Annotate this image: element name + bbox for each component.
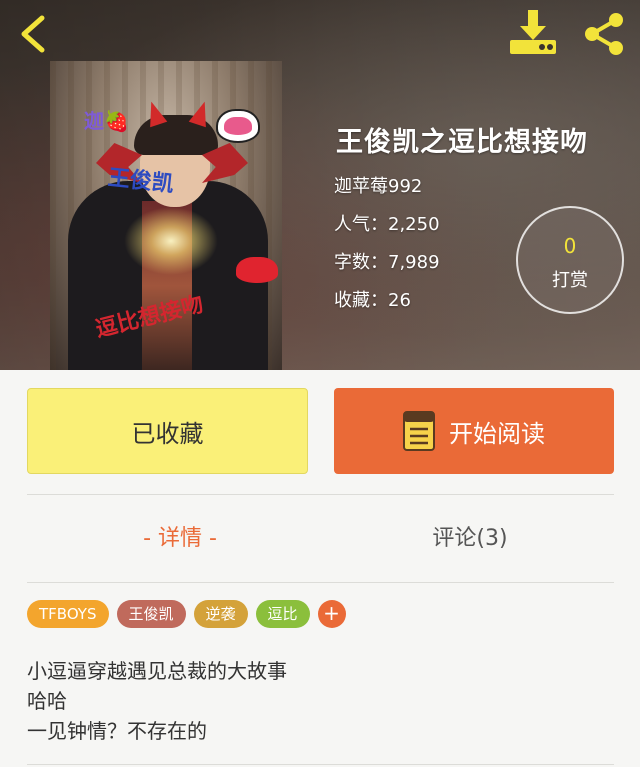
share-icon[interactable]	[580, 12, 628, 56]
lips-sticker-icon	[236, 257, 278, 283]
reward-count: 0	[563, 234, 577, 258]
divider	[27, 582, 614, 583]
tag-wangjunkai[interactable]: 王俊凯	[116, 600, 186, 628]
cover-text-name: 王俊凯	[106, 164, 175, 198]
book-popularity: 人气：2,250	[334, 214, 440, 235]
book-description: 小逗逼穿越遇见总裁的大故事 哈哈 一见钟情？不存在的	[27, 656, 607, 746]
sparkle-effect	[116, 201, 226, 281]
book-cover[interactable]: 迦🍓 王俊凯 逗比想接吻	[50, 61, 282, 370]
reward-label: 打赏	[552, 270, 588, 291]
book-favorites: 收藏：26	[334, 290, 411, 311]
divider	[27, 494, 614, 495]
cover-text-author: 迦🍓	[84, 109, 129, 133]
tag-tfboys[interactable]: TFBOYS	[27, 600, 109, 628]
collected-button-label: 已收藏	[131, 419, 204, 448]
divider	[27, 764, 614, 765]
lips-bubble-icon	[224, 117, 252, 135]
download-icon[interactable]	[508, 8, 558, 56]
start-reading-label: 开始阅读	[449, 419, 545, 448]
collected-button[interactable]: 已收藏	[27, 388, 308, 474]
tab-comments[interactable]: 评论(3)	[390, 520, 550, 560]
description-line: 一见钟情？不存在的	[27, 719, 207, 743]
book-title: 王俊凯之逗比想接吻	[336, 127, 588, 158]
chevron-left-icon[interactable]	[16, 14, 52, 54]
start-reading-button[interactable]: 开始阅读	[334, 388, 614, 474]
book-author[interactable]: 迦苹莓992	[334, 172, 422, 198]
add-tag-button[interactable]: +	[317, 600, 346, 628]
tag-funny[interactable]: 逗比	[255, 600, 310, 628]
book-icon	[403, 411, 435, 451]
tag-list: TFBOYS 王俊凯 逆袭 逗比 +	[27, 600, 346, 628]
tab-details[interactable]: - 详情 -	[100, 520, 260, 560]
tag-counterattack[interactable]: 逆袭	[193, 600, 248, 628]
description-line: 哈哈	[27, 689, 67, 713]
book-word-count: 字数：7,989	[334, 252, 440, 273]
reward-button[interactable]: 0 打赏	[516, 206, 624, 314]
description-line: 小逗逼穿越遇见总裁的大故事	[27, 659, 287, 683]
